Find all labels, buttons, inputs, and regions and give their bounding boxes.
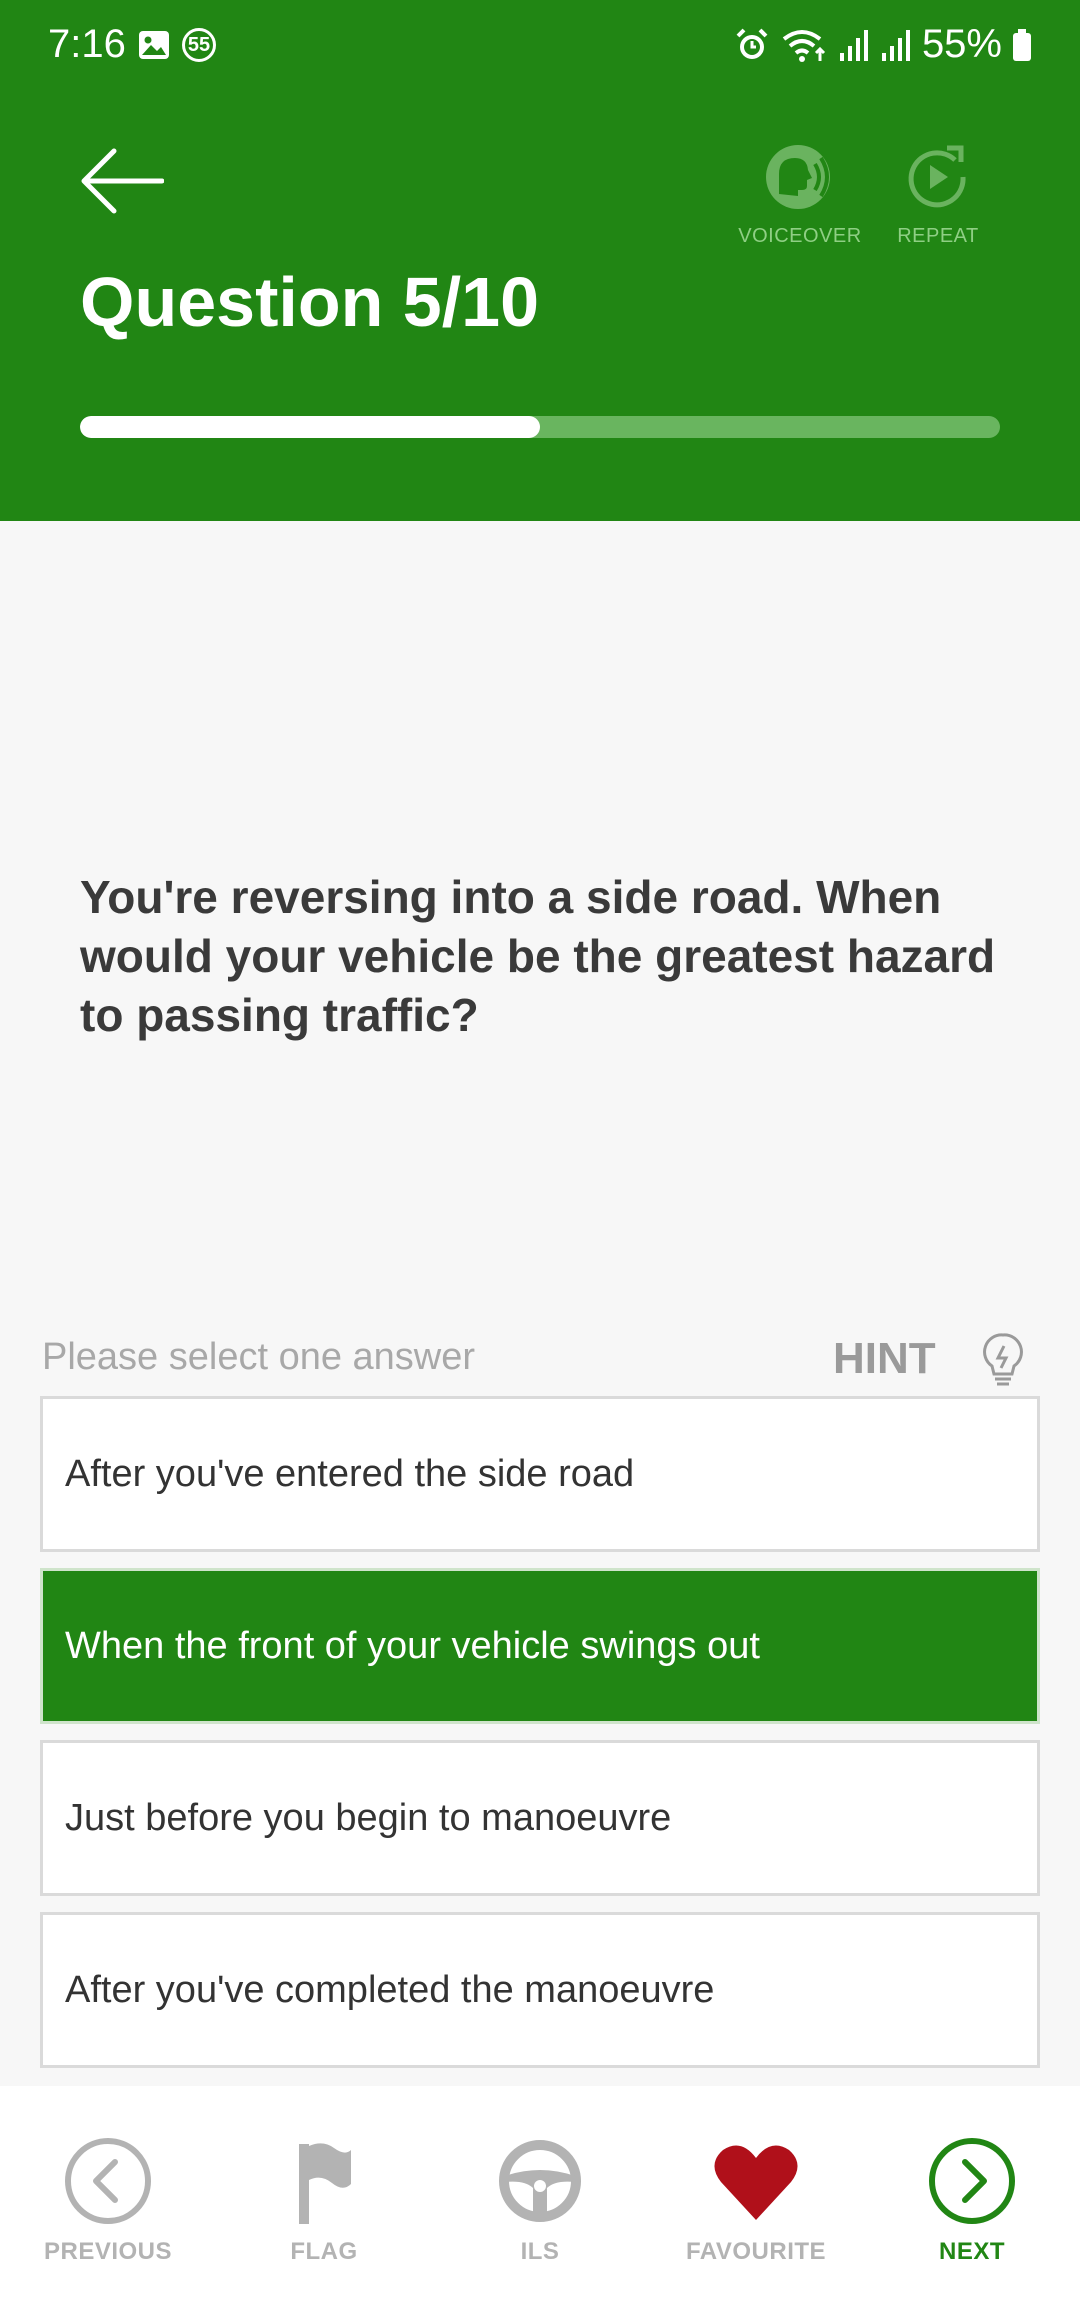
status-indicators: 55% — [734, 22, 1032, 67]
voiceover-button[interactable]: VOICEOVER — [730, 144, 870, 248]
hint-button[interactable]: HINT — [833, 1334, 936, 1384]
previous-label: PREVIOUS — [43, 2238, 173, 2265]
back-arrow-icon[interactable] — [78, 146, 164, 216]
notification-count-badge: 55 — [182, 28, 216, 62]
signal-icon — [839, 29, 868, 61]
header: 7:16 55 55% VOICEOVER REPEAT Question 5/… — [0, 0, 1080, 521]
signal-icon — [881, 29, 910, 61]
answer-list: After you've entered the side road When t… — [40, 1396, 1040, 2084]
answer-option[interactable]: After you've entered the side road — [40, 1396, 1040, 1552]
repeat-label: REPEAT — [897, 225, 979, 247]
progress-bar — [80, 416, 1000, 438]
voiceover-icon — [766, 145, 830, 209]
flag-icon — [299, 2143, 351, 2224]
previous-button[interactable]: PREVIOUS — [8, 2136, 208, 2266]
lightbulb-icon[interactable] — [982, 1332, 1024, 1390]
status-bar: 7:16 55 55% — [0, 0, 1080, 92]
ils-label: ILS — [520, 2238, 560, 2265]
answer-option[interactable]: When the front of your vehicle swings ou… — [40, 1568, 1040, 1724]
voiceover-label: VOICEOVER — [738, 225, 862, 247]
answer-option[interactable]: After you've completed the manoeuvre — [40, 1912, 1040, 2068]
alarm-icon — [736, 28, 768, 59]
ils-button[interactable]: ILS — [440, 2136, 640, 2266]
favourite-label: FAVOURITE — [685, 2238, 827, 2265]
bottom-navigation: PREVIOUS FLAG ILS FAVOURITE NEXT — [0, 2086, 1080, 2316]
page-title: Question 5/10 — [80, 263, 540, 341]
wifi-icon — [782, 29, 825, 62]
steering-wheel-icon — [499, 2140, 581, 2222]
question-text: You're reversing into a side road. When … — [80, 871, 996, 1041]
select-answer-prompt: Please select one answer — [42, 1336, 476, 1378]
answer-option[interactable]: Just before you begin to manoeuvre — [40, 1740, 1040, 1896]
next-label: NEXT — [938, 2238, 1005, 2265]
battery-icon — [1013, 28, 1031, 61]
favourite-button[interactable]: FAVOURITE — [656, 2136, 856, 2266]
image-icon — [139, 31, 169, 59]
battery-percentage: 55% — [921, 22, 1002, 66]
flag-button[interactable]: FLAG — [224, 2136, 424, 2266]
repeat-button[interactable]: REPEAT — [888, 144, 988, 248]
chevron-right-circle-icon — [929, 2138, 1015, 2224]
flag-label: FLAG — [290, 2238, 358, 2265]
status-time: 7:16 — [48, 22, 126, 66]
repeat-icon — [908, 145, 966, 208]
progress-fill — [80, 416, 540, 438]
heart-icon — [714, 2145, 798, 2220]
chevron-left-circle-icon — [65, 2138, 151, 2224]
next-button[interactable]: NEXT — [872, 2136, 1072, 2266]
